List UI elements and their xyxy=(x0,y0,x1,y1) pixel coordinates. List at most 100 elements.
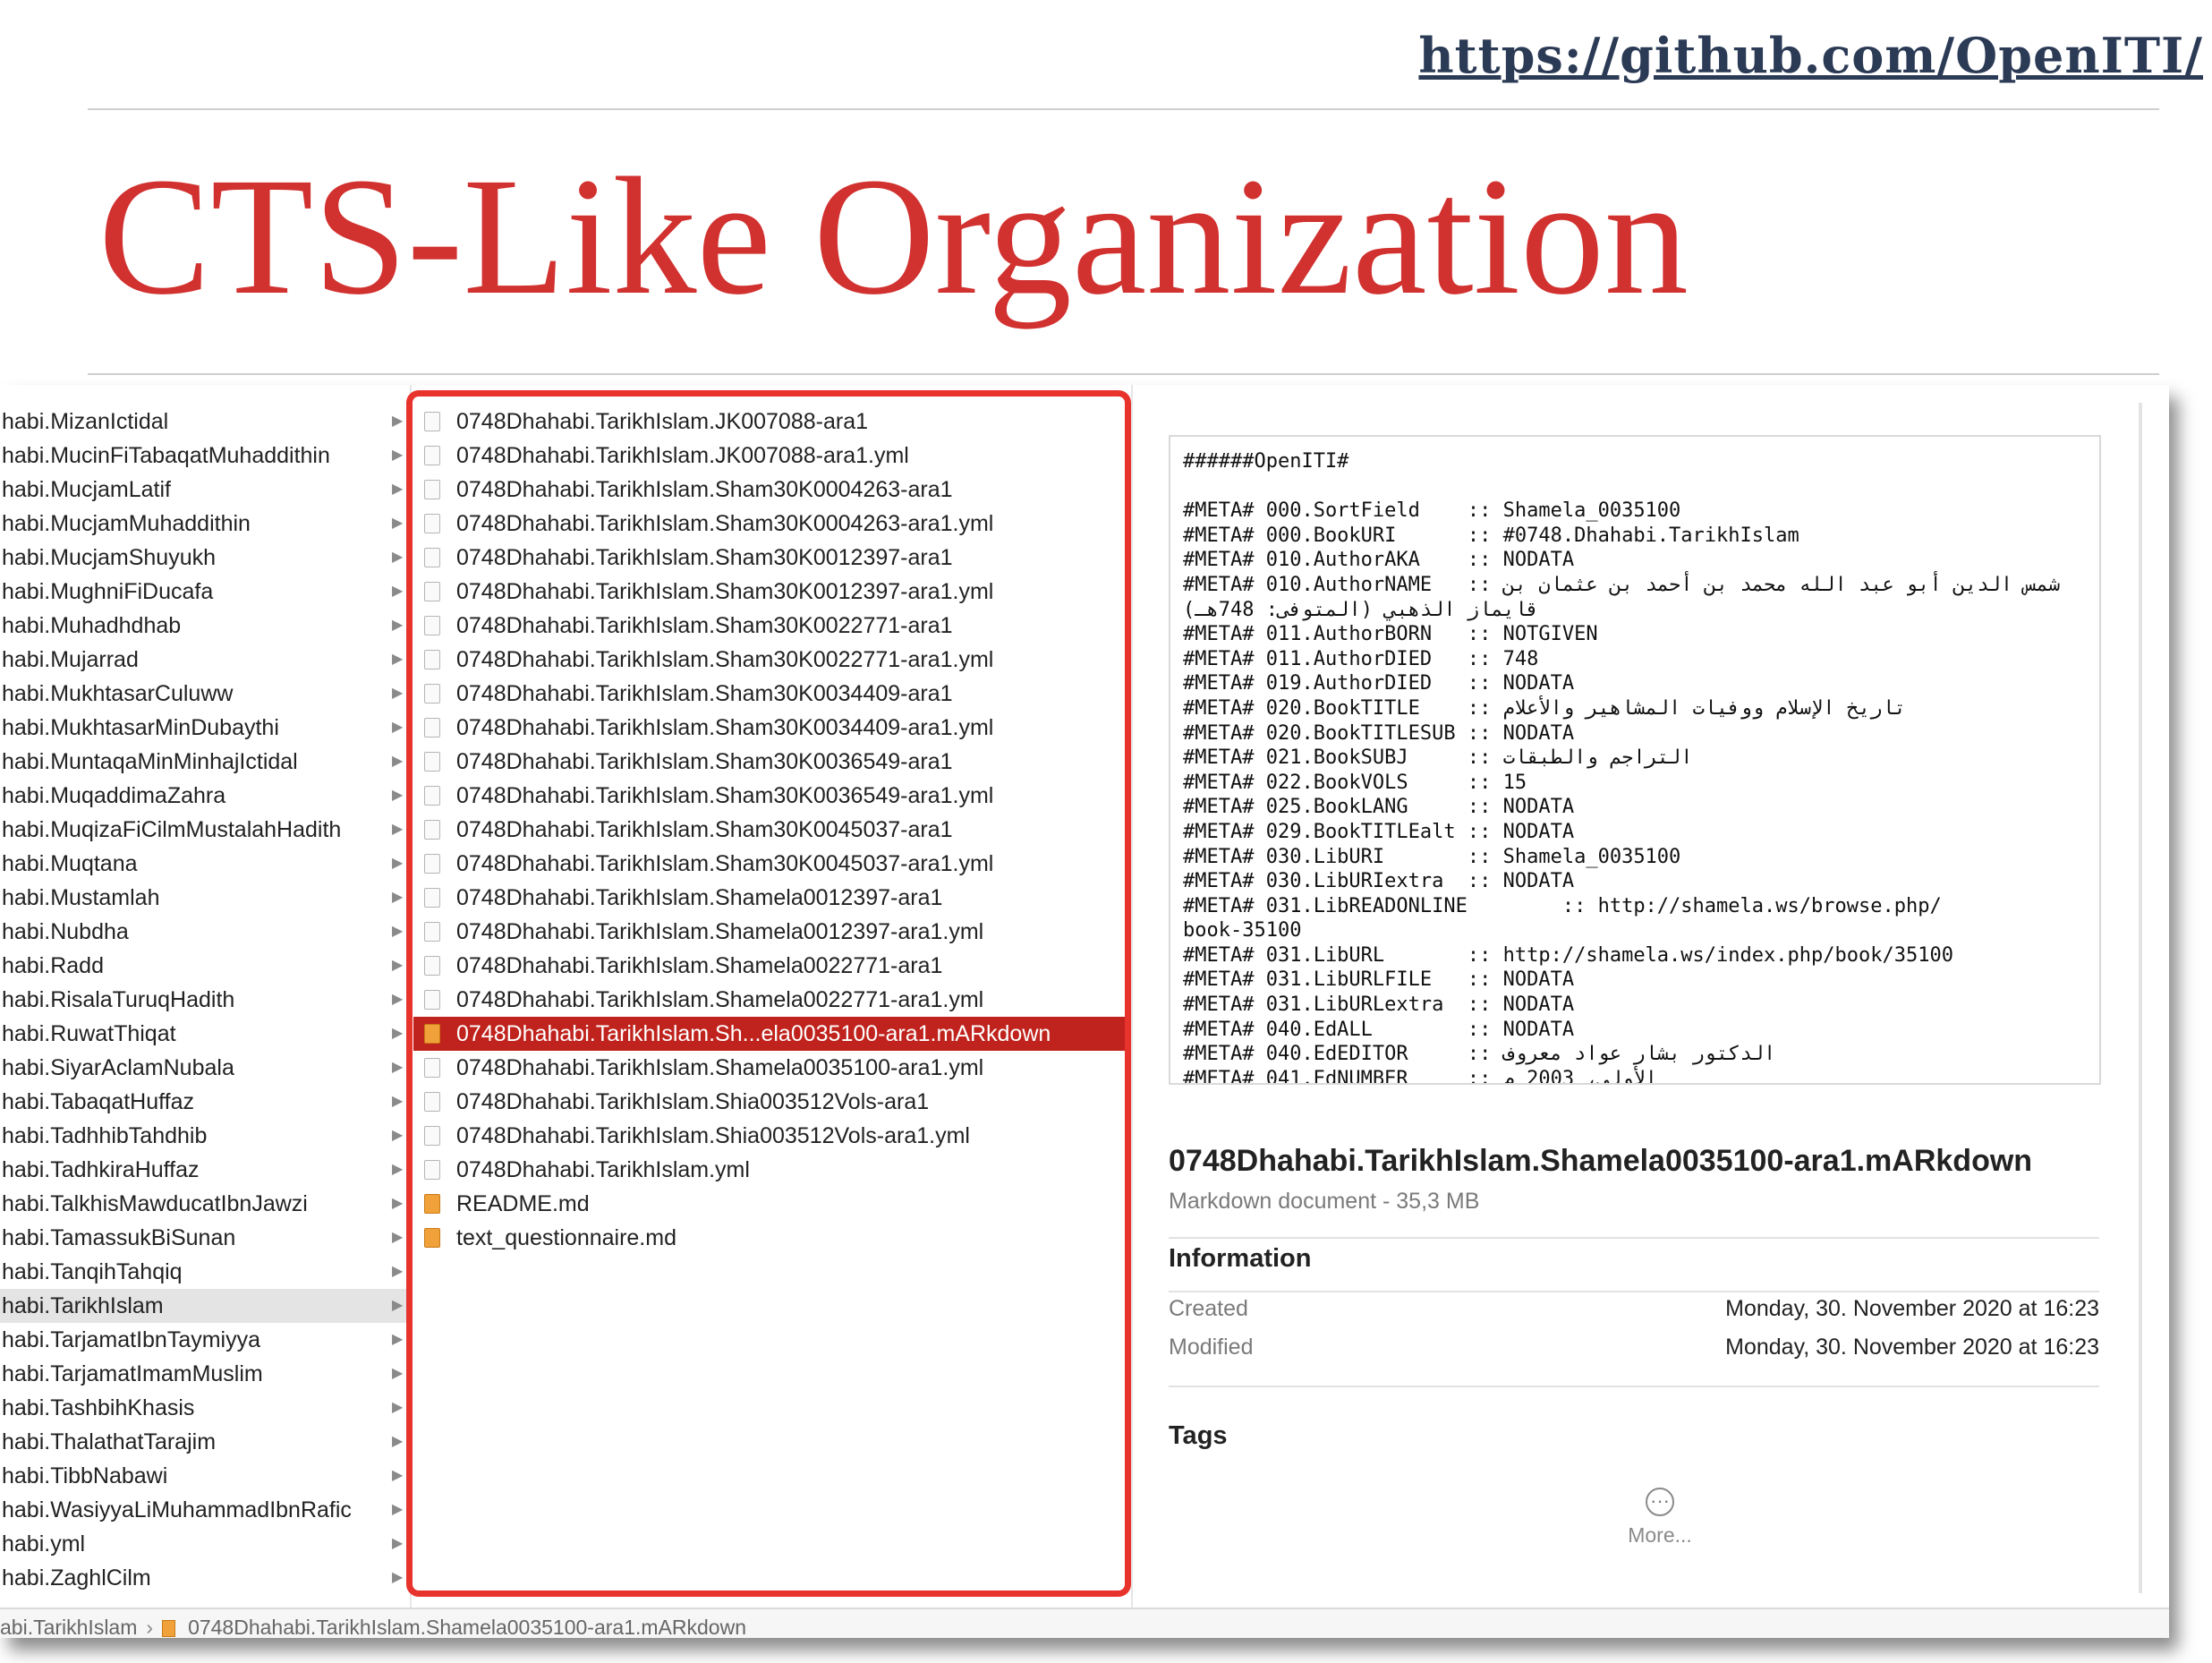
folder-item[interactable]: habi.MucjamShuyukh ▶ xyxy=(0,541,408,575)
scrollbar[interactable] xyxy=(2139,403,2142,1593)
folder-item[interactable]: habi.TibbNabawi ▶ xyxy=(0,1459,408,1493)
document-icon xyxy=(424,514,440,533)
markdown-file-icon xyxy=(162,1620,176,1637)
more-label: More... xyxy=(1628,1523,1692,1547)
path-folder[interactable]: abi.TarikhIslam xyxy=(0,1616,137,1638)
folder-item[interactable]: habi.TarjamatImamMuslim ▶ xyxy=(0,1357,408,1391)
markdown-file-icon xyxy=(424,1024,440,1044)
folder-item-label: habi.ZaghlCilm xyxy=(2,1565,151,1591)
document-icon xyxy=(424,1058,440,1078)
file-item[interactable]: 0748Dhahabi.TarikhIslam.Sham30K0045037-a… xyxy=(413,847,1127,881)
folder-item[interactable]: habi.MuqaddimaZahra ▶ xyxy=(0,779,408,813)
file-item[interactable]: 0748Dhahabi.TarikhIslam.Sham30K0004263-a… xyxy=(413,473,1127,507)
file-item[interactable]: text_questionnaire.md xyxy=(413,1221,1127,1255)
folder-item[interactable]: habi.MuqizaFiCilmMustalahHadith ▶ xyxy=(0,813,408,847)
file-item[interactable]: 0748Dhahabi.TarikhIslam.Shamela0012397-a… xyxy=(413,915,1127,949)
folder-item[interactable]: habi.WasiyyaLiMuhammadIbnRafic ▶ xyxy=(0,1493,408,1527)
file-item-label: 0748Dhahabi.TarikhIslam.Shamela0022771-a… xyxy=(456,953,943,978)
file-item[interactable]: 0748Dhahabi.TarikhIslam.Shamela0022771-a… xyxy=(413,983,1127,1017)
file-item[interactable]: 0748Dhahabi.TarikhIslam.Shia003512Vols-a… xyxy=(413,1119,1127,1153)
folder-item[interactable]: habi.MuntaqaMinMinhajIctidal ▶ xyxy=(0,745,408,779)
folder-item[interactable]: habi.Nubdha ▶ xyxy=(0,915,408,949)
file-item[interactable]: 0748Dhahabi.TarikhIslam.yml xyxy=(413,1153,1127,1187)
created-label: Created xyxy=(1169,1296,1248,1321)
file-item-label: 0748Dhahabi.TarikhIslam.Sham30K0045037-a… xyxy=(456,817,953,842)
folder-item[interactable]: habi.MizanIctidal ▶ xyxy=(0,405,408,439)
divider xyxy=(1169,1237,2099,1239)
disclosure-arrow-icon: ▶ xyxy=(392,856,404,871)
folder-item[interactable]: habi.Mujarrad ▶ xyxy=(0,643,408,677)
document-icon xyxy=(424,888,440,908)
file-item[interactable]: 0748Dhahabi.TarikhIslam.Shamela0035100-a… xyxy=(413,1051,1127,1085)
document-icon xyxy=(424,582,440,601)
file-item-label: 0748Dhahabi.TarikhIslam.Shamela0012397-a… xyxy=(456,885,943,910)
file-item[interactable]: 0748Dhahabi.TarikhIslam.Sham30K0022771-a… xyxy=(413,643,1127,677)
folder-item[interactable]: habi.MukhtasarMinDubaythi ▶ xyxy=(0,711,408,745)
file-item[interactable]: 0748Dhahabi.TarikhIslam.Sham30K0034409-a… xyxy=(413,677,1127,711)
folder-item[interactable]: habi.Muqtana ▶ xyxy=(0,847,408,881)
disclosure-arrow-icon: ▶ xyxy=(392,754,404,769)
folder-item[interactable]: habi.Mustamlah ▶ xyxy=(0,881,408,915)
file-item[interactable]: 0748Dhahabi.TarikhIslam.Sham30K0012397-a… xyxy=(413,541,1127,575)
disclosure-arrow-icon: ▶ xyxy=(392,1196,404,1211)
file-item[interactable]: 0748Dhahabi.TarikhIslam.JK007088-ara1 xyxy=(413,405,1127,439)
folder-item-label: habi.TadhhibTahdhib xyxy=(2,1123,208,1148)
folder-item[interactable]: habi.Radd ▶ xyxy=(0,949,408,983)
file-item[interactable]: 0748Dhahabi.TarikhIslam.Sh...ela0035100-… xyxy=(413,1017,1127,1051)
file-kind-size: Markdown document - 35,3 MB xyxy=(1169,1189,1480,1214)
file-item-label: 0748Dhahabi.TarikhIslam.Sham30K0034409-a… xyxy=(456,715,994,740)
folder-item[interactable]: habi.MucinFiTabaqatMuhaddithin ▶ xyxy=(0,439,408,473)
folder-item[interactable]: habi.ThalathatTarajim ▶ xyxy=(0,1425,408,1459)
file-item[interactable]: 0748Dhahabi.TarikhIslam.Sham30K0036549-a… xyxy=(413,745,1127,779)
file-item[interactable]: 0748Dhahabi.TarikhIslam.Sham30K0036549-a… xyxy=(413,779,1127,813)
folder-item[interactable]: habi.ZaghlCilm ▶ xyxy=(0,1561,408,1595)
file-item[interactable]: 0748Dhahabi.TarikhIslam.Sham30K0012397-a… xyxy=(413,575,1127,609)
file-item[interactable]: 0748Dhahabi.TarikhIslam.JK007088-ara1.ym… xyxy=(413,439,1127,473)
folder-item[interactable]: habi.TarjamatIbnTaymiyya ▶ xyxy=(0,1323,408,1357)
markdown-file-icon xyxy=(424,1228,440,1248)
folder-item[interactable]: habi.TalkhisMawducatIbnJawzi ▶ xyxy=(0,1187,408,1221)
folder-item[interactable]: habi.TadhkiraHuffaz ▶ xyxy=(0,1153,408,1187)
document-icon xyxy=(424,854,440,874)
github-link[interactable]: https://github.com/OpenITI/ xyxy=(1418,27,2203,84)
folder-item[interactable]: habi.MucjamLatif ▶ xyxy=(0,473,408,507)
file-item[interactable]: README.md xyxy=(413,1187,1127,1221)
preview-pane[interactable]: ######OpenITI# #META# 000.SortField :: S… xyxy=(1169,435,2101,1085)
folder-item[interactable]: habi.TashbihKhasis ▶ xyxy=(0,1391,408,1425)
folder-item-label: habi.MukhtasarCuluww xyxy=(2,681,234,706)
path-file[interactable]: 0748Dhahabi.TarikhIslam.Shamela0035100-a… xyxy=(188,1616,746,1638)
disclosure-arrow-icon: ▶ xyxy=(392,1570,404,1585)
folder-item[interactable]: habi.SiyarAclamNubala ▶ xyxy=(0,1051,408,1085)
finder-window: habi.MizanIctidal ▶ habi.MucinFiTabaqatMuh… xyxy=(0,385,2169,1638)
file-item-label: 0748Dhahabi.TarikhIslam.JK007088-ara1.ym… xyxy=(456,443,909,468)
path-bar: abi.TarikhIslam › 0748Dhahabi.TarikhIslam.… xyxy=(0,1608,2169,1638)
folder-item[interactable]: habi.TarikhIslam ▶ xyxy=(0,1289,408,1323)
file-item[interactable]: 0748Dhahabi.TarikhIslam.Shamela0012397-a… xyxy=(413,881,1127,915)
file-item[interactable]: 0748Dhahabi.TarikhIslam.Sham30K0034409-a… xyxy=(413,711,1127,745)
folder-item[interactable]: habi.TadhhibTahdhib ▶ xyxy=(0,1119,408,1153)
disclosure-arrow-icon: ▶ xyxy=(392,414,404,429)
folder-item[interactable]: habi.MucjamMuhaddithin ▶ xyxy=(0,507,408,541)
folder-item[interactable]: habi.RuwatThiqat ▶ xyxy=(0,1017,408,1051)
file-item[interactable]: 0748Dhahabi.TarikhIslam.Shamela0022771-a… xyxy=(413,949,1127,983)
document-icon xyxy=(424,990,440,1010)
folder-item[interactable]: habi.MughniFiDucafa ▶ xyxy=(0,575,408,609)
file-item-label: 0748Dhahabi.TarikhIslam.Sham30K0012397-a… xyxy=(456,579,994,604)
more-button[interactable]: ··· More... xyxy=(1593,1488,1727,1548)
file-item[interactable]: 0748Dhahabi.TarikhIslam.Sham30K0022771-a… xyxy=(413,609,1127,643)
folder-item[interactable]: habi.yml ▶ xyxy=(0,1527,408,1561)
file-item[interactable]: 0748Dhahabi.TarikhIslam.Shia003512Vols-a… xyxy=(413,1085,1127,1119)
column-divider[interactable] xyxy=(410,385,412,1620)
folder-item-label: habi.TarikhIslam xyxy=(2,1293,164,1318)
folder-item-label: habi.TalkhisMawducatIbnJawzi xyxy=(2,1191,308,1216)
folder-item[interactable]: habi.Muhadhdhab ▶ xyxy=(0,609,408,643)
column-divider[interactable] xyxy=(1131,385,1133,1620)
file-item[interactable]: 0748Dhahabi.TarikhIslam.Sham30K0045037-a… xyxy=(413,813,1127,847)
folder-item[interactable]: habi.TabaqatHuffaz ▶ xyxy=(0,1085,408,1119)
file-item-label: 0748Dhahabi.TarikhIslam.Sham30K0022771-a… xyxy=(456,613,953,638)
folder-item[interactable]: habi.MukhtasarCuluww ▶ xyxy=(0,677,408,711)
folder-item[interactable]: habi.TamassukBiSunan ▶ xyxy=(0,1221,408,1255)
file-item[interactable]: 0748Dhahabi.TarikhIslam.Sham30K0004263-a… xyxy=(413,507,1127,541)
folder-item[interactable]: habi.RisalaTuruqHadith ▶ xyxy=(0,983,408,1017)
folder-item[interactable]: habi.TanqihTahqiq ▶ xyxy=(0,1255,408,1289)
